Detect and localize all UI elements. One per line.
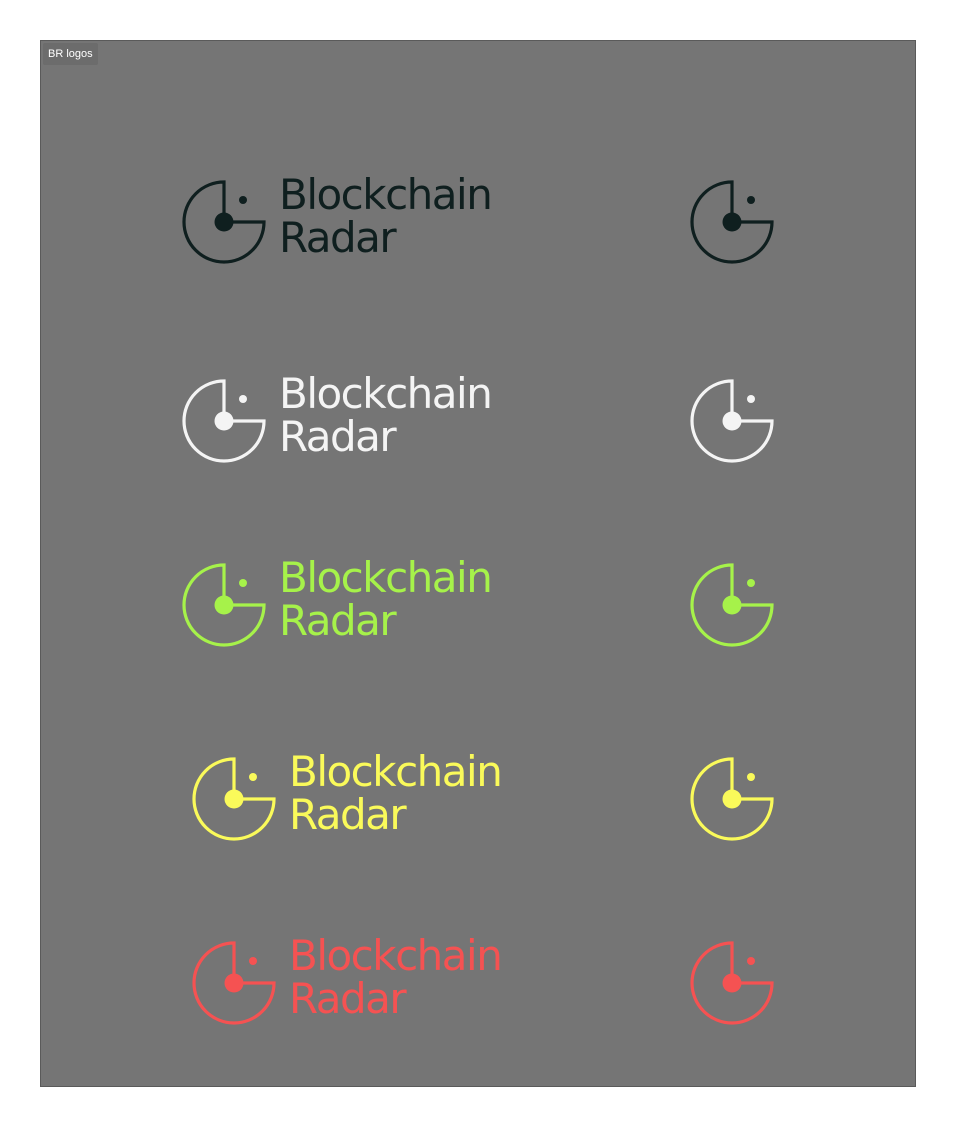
wordmark: Blockchain Radar xyxy=(279,553,493,645)
artboard-label[interactable]: BR logos xyxy=(43,43,98,65)
radar-logo-icon xyxy=(182,180,266,264)
logo-icon-dark[interactable] xyxy=(689,179,779,269)
wordmark-line-1: Blockchain xyxy=(289,747,503,796)
wordmark: Blockchain Radar xyxy=(279,170,493,262)
wordmark-line-2: Radar xyxy=(289,974,407,1023)
wordmark-line-2: Radar xyxy=(279,596,397,645)
radar-logo-icon xyxy=(182,379,266,463)
wordmark-line-1: Blockchain xyxy=(279,553,493,602)
radar-logo-icon xyxy=(690,180,774,264)
radar-logo-icon xyxy=(192,941,276,1025)
artboard-frame[interactable]: BR logos Blockchain Radar Blockchain Rad… xyxy=(40,40,916,1087)
logo-icon-yellow[interactable] xyxy=(689,756,779,846)
radar-logo-icon xyxy=(182,563,266,647)
wordmark-line-2: Radar xyxy=(279,412,397,461)
wordmark: Blockchain Radar xyxy=(289,931,503,1023)
radar-logo-icon xyxy=(690,757,774,841)
radar-logo-icon xyxy=(690,379,774,463)
radar-logo-icon xyxy=(690,941,774,1025)
wordmark: Blockchain Radar xyxy=(289,747,503,839)
wordmark-line-1: Blockchain xyxy=(279,369,493,418)
logo-icon-red[interactable] xyxy=(689,940,779,1030)
radar-logo-icon xyxy=(192,757,276,841)
wordmark-line-2: Radar xyxy=(289,790,407,839)
wordmark: Blockchain Radar xyxy=(279,369,493,461)
logo-icon-white[interactable] xyxy=(689,378,779,468)
wordmark-line-1: Blockchain xyxy=(289,931,503,980)
radar-logo-icon xyxy=(690,563,774,647)
logo-icon-green[interactable] xyxy=(689,562,779,652)
wordmark-line-2: Radar xyxy=(279,213,397,262)
wordmark-line-1: Blockchain xyxy=(279,170,493,219)
